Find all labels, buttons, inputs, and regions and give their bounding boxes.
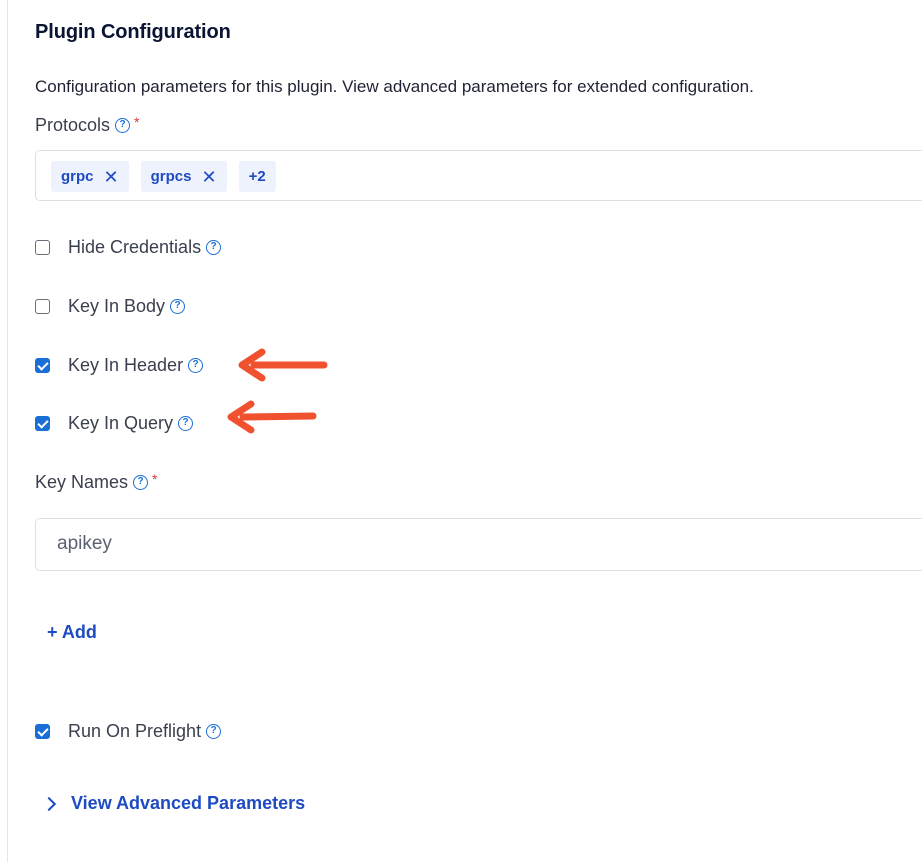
option-run-on-preflight[interactable]: Run On Preflight ?	[35, 721, 222, 742]
annotation-arrow-icon	[227, 400, 317, 434]
advanced-label: View Advanced Parameters	[71, 793, 306, 813]
option-label: Run On Preflight	[68, 721, 202, 741]
key-names-value: apikey	[57, 533, 112, 554]
close-icon[interactable]: ✕	[104, 168, 119, 186]
section-title: Plugin Configuration	[35, 21, 231, 43]
option-key-in-header[interactable]: Key In Header ?	[35, 355, 204, 376]
help-icon[interactable]: ?	[170, 299, 186, 314]
protocol-tag-label: grpc	[61, 168, 94, 185]
help-icon[interactable]: ?	[206, 240, 222, 255]
option-label: Key In Body	[68, 296, 166, 316]
close-icon[interactable]: ✕	[201, 168, 216, 186]
protocol-tag: grpcs ✕	[140, 161, 227, 192]
annotation-arrow-icon	[238, 348, 328, 382]
required-indicator: *	[152, 470, 158, 487]
hide-credentials-checkbox[interactable]	[35, 240, 50, 255]
option-label: Hide Credentials	[68, 237, 202, 257]
help-icon[interactable]: ?	[178, 416, 194, 431]
panel-left-border	[7, 0, 8, 862]
add-key-name-button[interactable]: + Add	[47, 622, 97, 643]
help-icon[interactable]: ?	[115, 118, 131, 133]
required-indicator: *	[134, 113, 140, 130]
protocols-tag-list: grpc ✕ grpcs ✕ +2	[51, 161, 276, 192]
protocol-tag: grpc ✕	[51, 161, 129, 192]
option-label: Key In Query	[68, 413, 174, 433]
help-icon[interactable]: ?	[206, 724, 222, 739]
key-names-input[interactable]: apikey	[35, 518, 922, 571]
run-on-preflight-checkbox[interactable]	[35, 724, 50, 739]
protocols-multiselect[interactable]: grpc ✕ grpcs ✕ +2	[35, 150, 922, 201]
key-names-label: Key Names	[35, 472, 129, 492]
option-key-in-body[interactable]: Key In Body ?	[35, 296, 186, 317]
help-icon[interactable]: ?	[133, 475, 149, 490]
option-hide-credentials[interactable]: Hide Credentials ?	[35, 237, 222, 258]
protocols-label: Protocols	[35, 115, 111, 135]
key-in-query-checkbox[interactable]	[35, 416, 50, 431]
key-in-body-checkbox[interactable]	[35, 299, 50, 314]
view-advanced-parameters-toggle[interactable]: View Advanced Parameters	[41, 793, 306, 814]
key-in-header-checkbox[interactable]	[35, 358, 50, 373]
section-description: Configuration parameters for this plugin…	[35, 77, 754, 96]
option-label: Key In Header	[68, 355, 184, 375]
help-icon[interactable]: ?	[188, 358, 204, 373]
protocol-tag-label: grpcs	[150, 168, 192, 185]
protocols-label-row: Protocols ? *	[35, 113, 140, 136]
key-names-label-row: Key Names ? *	[35, 470, 158, 493]
option-key-in-query[interactable]: Key In Query ?	[35, 413, 194, 434]
chevron-right-icon	[41, 796, 57, 811]
protocols-more-badge[interactable]: +2	[238, 161, 276, 192]
